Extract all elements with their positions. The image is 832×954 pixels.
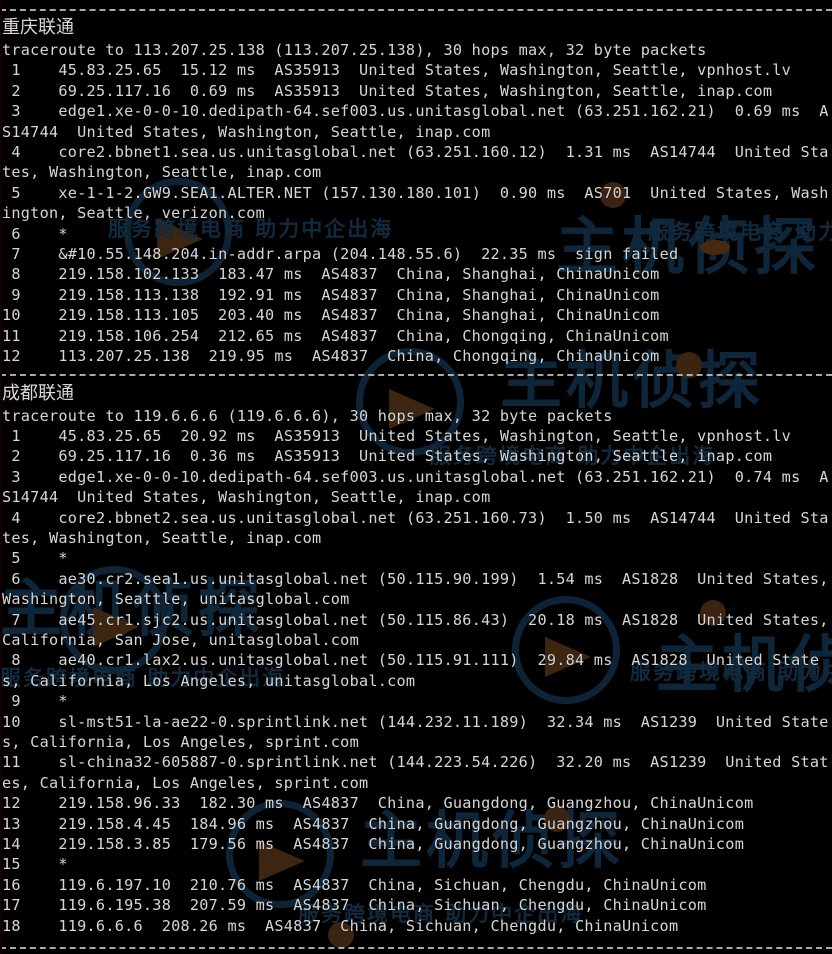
hop-line: 10 219.158.113.105 203.40 ms AS4837 Chin… — [2, 306, 660, 325]
hop-line: 6 * — [2, 224, 68, 243]
section-title-chongqing: 重庆联通 — [2, 17, 74, 38]
hop-line: 7 ae45.cr1.sjc2.us.unitasglobal.net (50.… — [2, 610, 829, 649]
hop-line: 7 &#10.55.148.204.in-addr.arpa (204.148.… — [2, 245, 679, 264]
hop-line: 5 xe-1-1-2.GW9.SEA1.ALTER.NET (157.130.1… — [2, 183, 829, 223]
hop-line: 12 113.207.25.138 219.95 ms AS4837 China… — [2, 347, 660, 366]
hop-line: 3 edge1.xe-0-0-10.dedipath-64.sef003.us.… — [2, 102, 829, 141]
hop-line: 14 219.158.3.85 179.56 ms AS4837 China, … — [2, 835, 745, 854]
hop-line: 2 69.25.117.16 0.69 ms AS35913 United St… — [2, 81, 773, 100]
traceroute-header: traceroute to 119.6.6.6 (119.6.6.6), 30 … — [2, 406, 613, 425]
hop-line: 18 119.6.6.6 208.26 ms AS4837 China, Sic… — [2, 916, 679, 935]
hop-line: 1 45.83.25.65 15.12 ms AS35913 United St… — [2, 61, 792, 80]
hop-line: 17 119.6.195.38 207.59 ms AS4837 China, … — [2, 896, 707, 915]
traceroute-section: 重庆联通 traceroute to 113.207.25.138 (113.2… — [0, 16, 832, 367]
hop-line: 8 219.158.102.133 183.47 ms AS4837 China… — [2, 265, 660, 284]
hop-line: 6 ae30.cr2.sea1.us.unitasglobal.net (50.… — [2, 569, 829, 609]
hop-line: 15 * — [2, 855, 68, 874]
hop-line: 4 core2.bbnet1.sea.us.unitasglobal.net (… — [2, 143, 829, 182]
terminal-output: 重庆联通 traceroute to 113.207.25.138 (113.2… — [0, 9, 832, 936]
hop-line: 13 219.158.4.45 184.96 ms AS4837 China, … — [2, 814, 745, 833]
section-title-chengdu: 成都联通 — [2, 382, 74, 404]
hop-line: 4 core2.bbnet2.sea.us.unitasglobal.net (… — [2, 508, 829, 547]
hop-line: 5 * — [2, 549, 68, 568]
hop-line: 8 ae40.cr1.lax2.us.unitasglobal.net (50.… — [2, 651, 820, 690]
hop-line: 3 edge1.xe-0-0-10.dedipath-64.sef003.us.… — [2, 467, 829, 507]
separator-top — [0, 9, 832, 11]
hop-line: 9 * — [2, 692, 68, 711]
hop-line: 11 219.158.106.254 212.65 ms AS4837 Chin… — [2, 326, 669, 345]
hop-line: 2 69.25.117.16 0.36 ms AS35913 United St… — [2, 447, 773, 466]
hop-line: 9 219.158.113.138 192.91 ms AS4837 China… — [2, 285, 660, 304]
hop-line: 10 sl-mst51-la-ae22-0.sprintlink.net (14… — [2, 712, 829, 751]
hop-line: 16 119.6.197.10 210.76 ms AS4837 China, … — [2, 875, 707, 894]
separator-middle — [0, 373, 832, 376]
hop-line: 1 45.83.25.65 20.92 ms AS35913 United St… — [2, 426, 792, 445]
traceroute-section: 成都联通 traceroute to 119.6.6.6 (119.6.6.6)… — [0, 382, 832, 937]
terminal-window: 主机侦探 服务跨境电商 助力中企出海 服务跨境电商 助力中企出海 主机侦探 服务… — [0, 0, 832, 954]
hop-line: 11 sl-china32-605887-0.sprintlink.net (1… — [2, 753, 829, 792]
separator-bottom — [0, 947, 832, 949]
hop-line: 12 219.158.96.33 182.30 ms AS4837 China,… — [2, 794, 754, 813]
left-edge-border — [0, 0, 2, 954]
traceroute-header: traceroute to 113.207.25.138 (113.207.25… — [2, 41, 707, 59]
